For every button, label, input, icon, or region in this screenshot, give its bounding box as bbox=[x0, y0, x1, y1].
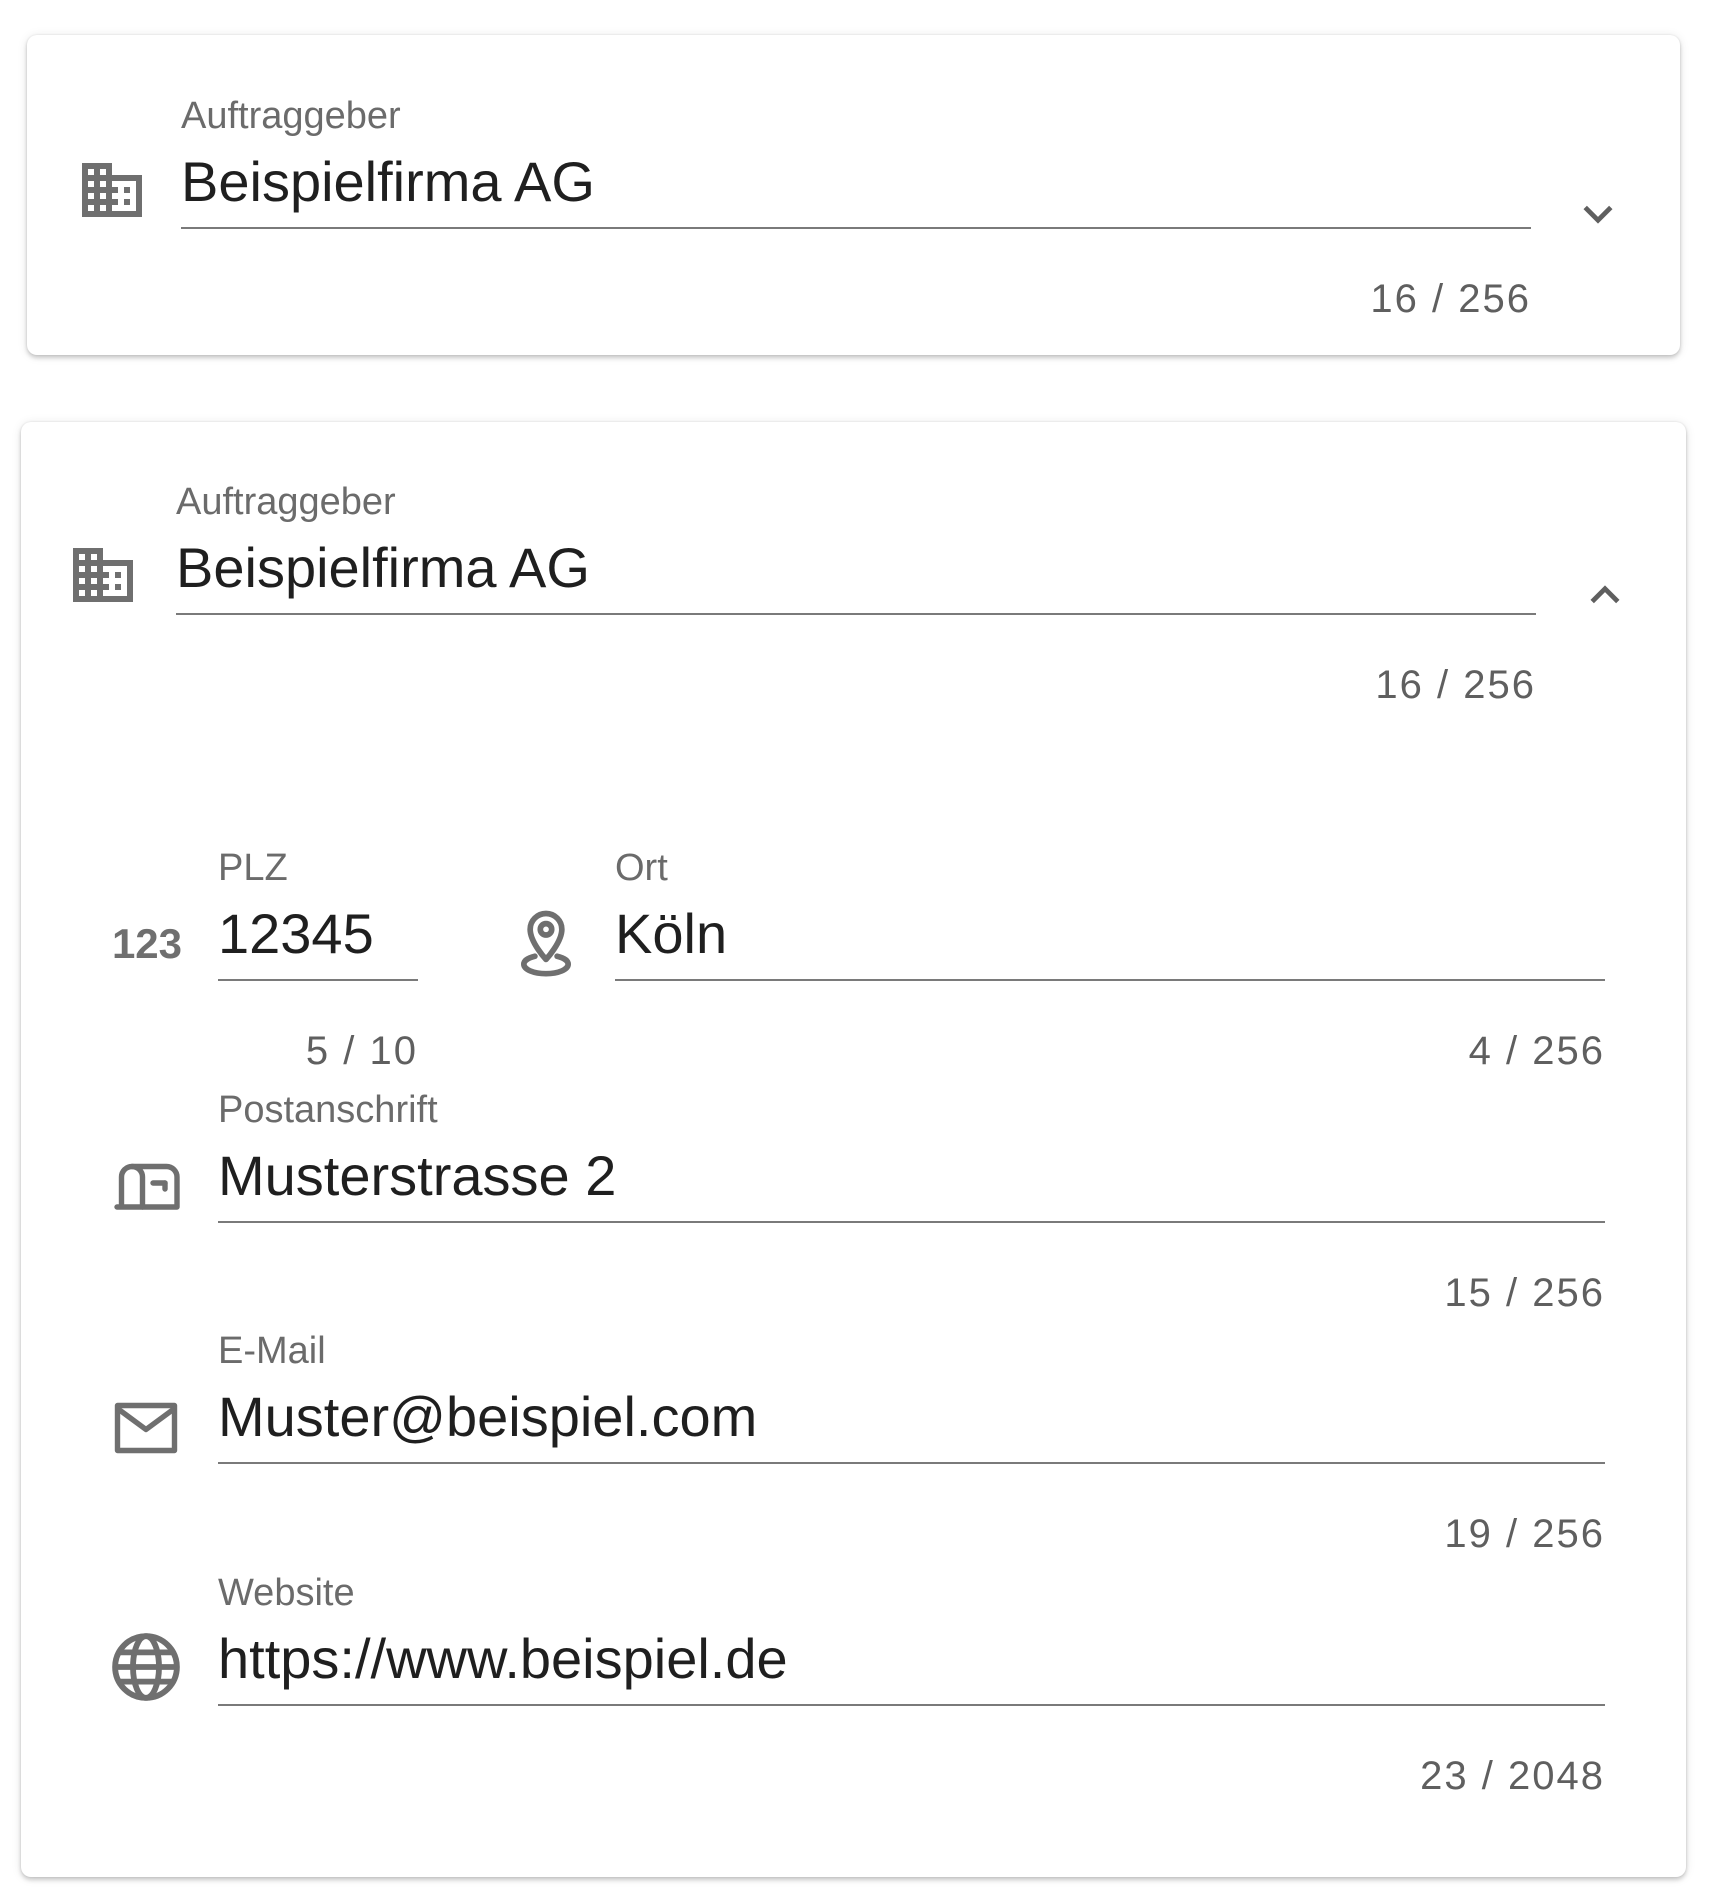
chevron-down-icon[interactable] bbox=[1569, 185, 1627, 243]
map-marker-icon bbox=[508, 904, 584, 980]
numeric-123-icon: 123 bbox=[109, 912, 185, 974]
postal-code-underline bbox=[218, 979, 418, 981]
postal-code-label: PLZ bbox=[218, 847, 288, 889]
mailbox-icon bbox=[106, 1150, 188, 1222]
client-input[interactable]: Beispielfirma AG bbox=[176, 540, 590, 596]
client-card-collapsed: Auftraggeber Beispielfirma AG 16 / 256 bbox=[27, 35, 1680, 355]
address-label: Postanschrift bbox=[218, 1089, 438, 1131]
city-underline bbox=[615, 979, 1605, 981]
email-label: E-Mail bbox=[218, 1330, 326, 1372]
website-char-counter: 23 / 2048 bbox=[1420, 1754, 1605, 1798]
client-underline bbox=[176, 613, 1536, 615]
website-label: Website bbox=[218, 1572, 355, 1614]
city-char-counter: 4 / 256 bbox=[1468, 1029, 1605, 1073]
building-icon bbox=[76, 154, 148, 226]
address-input[interactable]: Musterstrasse 2 bbox=[218, 1148, 616, 1204]
globe-icon bbox=[107, 1628, 185, 1706]
address-underline bbox=[218, 1221, 1605, 1223]
chevron-up-icon[interactable] bbox=[1576, 566, 1634, 624]
city-label: Ort bbox=[615, 847, 668, 889]
postal-code-field[interactable]: PLZ 12345 5 / 10 bbox=[218, 847, 418, 1073]
email-underline bbox=[218, 1462, 1605, 1464]
envelope-icon bbox=[106, 1392, 186, 1464]
client-field[interactable]: Auftraggeber Beispielfirma AG 16 / 256 bbox=[176, 481, 1536, 707]
client-char-counter: 16 / 256 bbox=[1370, 277, 1531, 321]
svg-text:123: 123 bbox=[112, 920, 182, 967]
email-char-counter: 19 / 256 bbox=[1444, 1512, 1605, 1556]
client-label: Auftraggeber bbox=[181, 95, 401, 137]
website-field[interactable]: Website https://www.beispiel.de 23 / 204… bbox=[218, 1572, 1605, 1798]
client-input[interactable]: Beispielfirma AG bbox=[181, 154, 595, 210]
city-field[interactable]: Ort Köln 4 / 256 bbox=[615, 847, 1605, 1073]
website-input[interactable]: https://www.beispiel.de bbox=[218, 1631, 788, 1687]
city-input[interactable]: Köln bbox=[615, 906, 727, 962]
address-field[interactable]: Postanschrift Musterstrasse 2 15 / 256 bbox=[218, 1089, 1605, 1315]
email-field[interactable]: E-Mail Muster@beispiel.com 19 / 256 bbox=[218, 1330, 1605, 1556]
email-input[interactable]: Muster@beispiel.com bbox=[218, 1389, 757, 1445]
postal-code-char-counter: 5 / 10 bbox=[305, 1029, 418, 1073]
client-underline bbox=[181, 227, 1531, 229]
client-char-counter: 16 / 256 bbox=[1375, 663, 1536, 707]
address-char-counter: 15 / 256 bbox=[1444, 1271, 1605, 1315]
client-card-expanded: Auftraggeber Beispielfirma AG 16 / 256 1… bbox=[21, 422, 1686, 1877]
website-underline bbox=[218, 1704, 1605, 1706]
client-field[interactable]: Auftraggeber Beispielfirma AG 16 / 256 bbox=[181, 95, 1531, 321]
client-label: Auftraggeber bbox=[176, 481, 396, 523]
building-icon bbox=[67, 539, 139, 611]
postal-code-input[interactable]: 12345 bbox=[218, 906, 374, 962]
